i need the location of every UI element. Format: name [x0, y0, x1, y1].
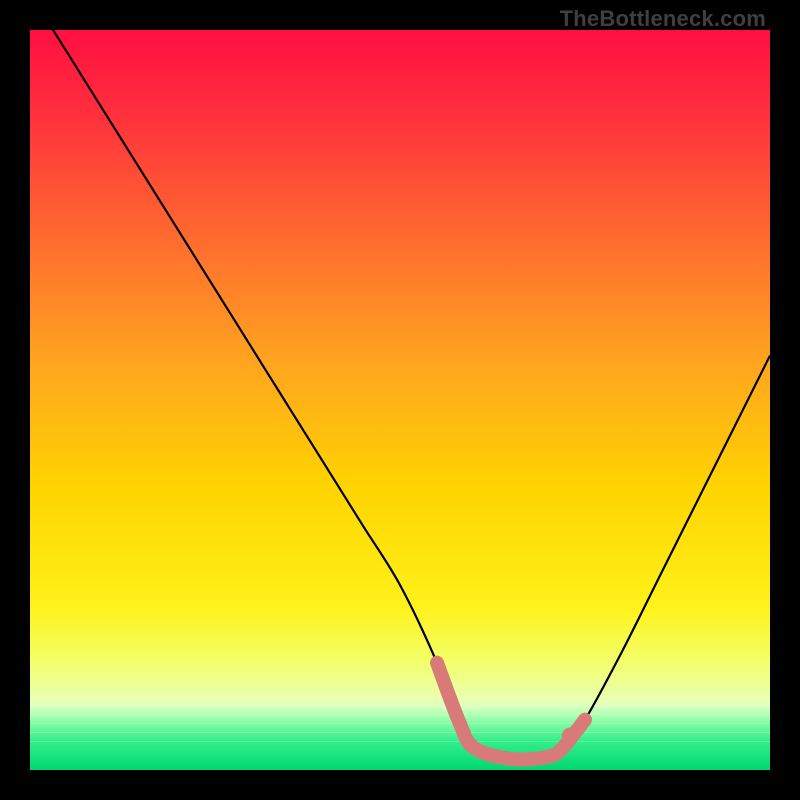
optimal-end-dot — [562, 727, 579, 744]
watermark-text: TheBottleneck.com — [560, 6, 766, 32]
chart-plot-area — [30, 30, 770, 770]
band-line — [30, 705, 770, 706]
band-line — [30, 732, 770, 733]
band-line — [30, 714, 770, 715]
chart-frame: TheBottleneck.com — [0, 0, 800, 800]
chart-svg — [30, 30, 770, 770]
band-line — [30, 696, 770, 697]
band-line — [30, 723, 770, 724]
gradient-background — [30, 30, 770, 770]
band-line — [30, 741, 770, 742]
